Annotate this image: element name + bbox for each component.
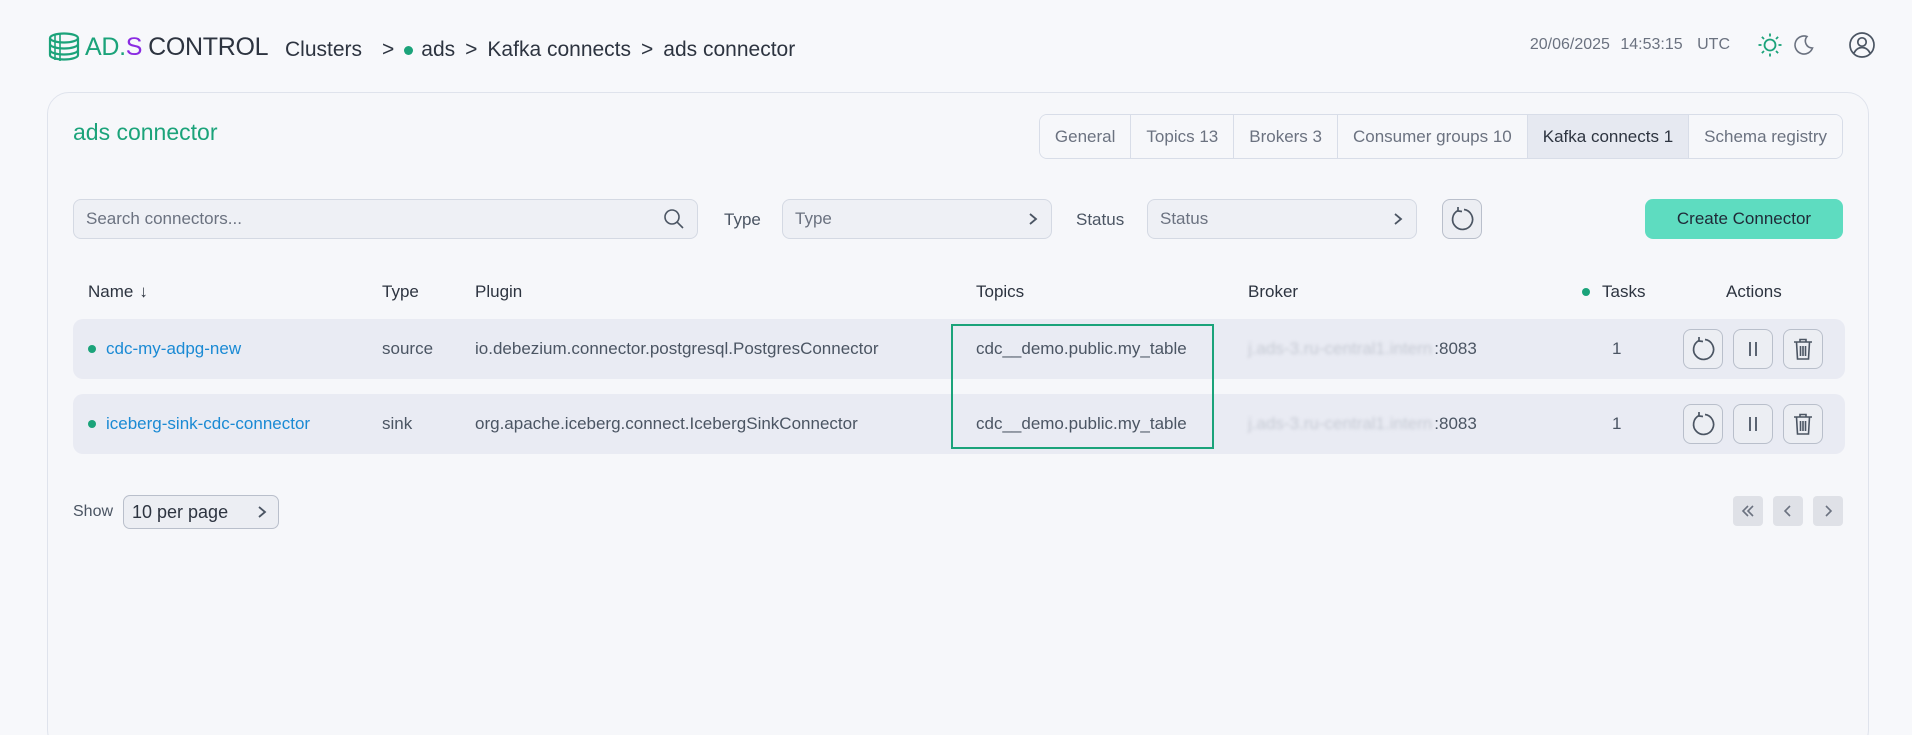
timezone-text: UTC (1697, 36, 1730, 53)
tab-consumer-groups[interactable]: Consumer groups 10 (1337, 115, 1528, 158)
pause-icon (1743, 414, 1763, 434)
breadcrumb-separator: > (382, 38, 395, 61)
connector-name: iceberg-sink-cdc-connector (106, 414, 311, 433)
breadcrumb-current: ads connector (663, 38, 796, 61)
datetime: 20/06/2025 14:53:15 UTC (1530, 36, 1730, 54)
header-tasks: Tasks (1582, 282, 1645, 302)
connector-type: source (382, 339, 434, 358)
connector-plugin: io.debezium.connector.postgresql.Postgre… (475, 339, 879, 358)
breadcrumb-cluster[interactable]: ads (421, 38, 455, 62)
chevron-right-icon (1027, 212, 1039, 226)
trash-icon (1792, 337, 1814, 361)
status-select[interactable]: Status (1147, 199, 1417, 239)
logo[interactable]: AD. S CONTROL (47, 30, 269, 64)
next-page-button[interactable] (1813, 496, 1843, 526)
logo-part-s: S (125, 32, 143, 61)
connector-broker: j.ads-3.ru-central1.intern :8083 (1248, 394, 1477, 454)
first-page-button[interactable] (1733, 496, 1763, 526)
connector-status-dot (88, 420, 96, 428)
connector-plugin: org.apache.iceberg.connect.IcebergSinkCo… (475, 414, 858, 433)
pause-button[interactable] (1733, 329, 1773, 369)
breadcrumb-clusters[interactable]: Clusters (285, 38, 362, 62)
chevron-right-icon (1392, 212, 1404, 226)
connector-broker: j.ads-3.ru-central1.intern :8083 (1248, 319, 1477, 379)
chevrons-left-icon (1740, 504, 1756, 518)
header-broker: Broker (1248, 282, 1299, 301)
date-text: 20/06/2025 (1529, 36, 1610, 53)
sun-icon[interactable] (1756, 31, 1784, 59)
restart-button[interactable] (1683, 329, 1723, 369)
moon-icon[interactable] (1790, 31, 1818, 59)
type-select[interactable]: Type (782, 199, 1052, 239)
pause-button[interactable] (1733, 404, 1773, 444)
logo-part-ad: AD. (85, 32, 126, 61)
broker-host-redacted: j.ads-3.ru-central1.intern (1248, 414, 1433, 433)
type-select-value: Type (795, 209, 832, 228)
header-name[interactable]: Name ↓ (88, 282, 148, 302)
chevron-right-icon (256, 505, 268, 519)
refresh-icon (1690, 336, 1716, 362)
delete-button[interactable] (1783, 329, 1823, 369)
logo-part-control: CONTROL (148, 32, 269, 61)
page-title: ads connector (73, 119, 218, 145)
delete-button[interactable] (1783, 404, 1823, 444)
pause-icon (1743, 339, 1763, 359)
show-label: Show (73, 503, 114, 520)
per-page-value: 10 per page (132, 501, 229, 522)
user-icon[interactable] (1848, 31, 1876, 59)
sort-desc-icon: ↓ (139, 282, 148, 301)
tab-brokers[interactable]: Brokers 3 (1234, 115, 1338, 158)
tab-general[interactable]: General (1039, 115, 1132, 158)
broker-port: :8083 (1434, 414, 1477, 433)
breadcrumb-separator: > (465, 38, 478, 61)
topics-highlight-box (951, 324, 1214, 449)
chevron-left-icon (1782, 504, 1794, 518)
logo-icon (48, 32, 80, 61)
connector-tasks: 1 (1612, 414, 1622, 433)
connector-name-link[interactable]: iceberg-sink-cdc-connector (88, 394, 310, 454)
broker-port: :8083 (1434, 339, 1477, 358)
tab-topics[interactable]: Topics 13 (1131, 115, 1235, 158)
per-page-select[interactable]: 10 per page (123, 495, 279, 529)
header-type: Type (382, 282, 419, 301)
status-select-value: Status (1160, 209, 1209, 228)
connector-tasks: 1 (1612, 339, 1622, 358)
search-input[interactable] (86, 209, 663, 229)
connector-type: sink (382, 414, 413, 433)
header-tasks-label: Tasks (1602, 282, 1646, 301)
restart-button[interactable] (1683, 404, 1723, 444)
connector-name: cdc-my-adpg-new (106, 339, 242, 358)
tab-schema-registry[interactable]: Schema registry (1689, 115, 1842, 158)
connector-name-link[interactable]: cdc-my-adpg-new (88, 319, 241, 379)
trash-icon (1792, 412, 1814, 436)
search-icon[interactable] (663, 208, 685, 230)
tab-bar: General Topics 13 Brokers 3 Consumer gro… (1038, 114, 1843, 159)
type-filter-label: Type (724, 210, 761, 229)
refresh-icon (1690, 411, 1716, 437)
header-right: 20/06/2025 14:53:15 UTC (1530, 28, 1876, 62)
cluster-status-dot (404, 45, 414, 55)
tasks-status-dot (1582, 288, 1590, 296)
refresh-button[interactable] (1442, 199, 1482, 239)
tab-kafka-connects[interactable]: Kafka connects 1 (1527, 115, 1690, 158)
header-plugin: Plugin (475, 282, 523, 301)
prev-page-button[interactable] (1773, 496, 1803, 526)
chevron-right-icon (1822, 504, 1834, 518)
refresh-icon (1449, 206, 1475, 232)
connector-status-dot (88, 345, 96, 353)
search-box (73, 199, 698, 239)
header-name-label: Name (88, 282, 134, 301)
breadcrumb-kafka-connects[interactable]: Kafka connects (487, 38, 631, 62)
broker-host-redacted: j.ads-3.ru-central1.intern (1248, 339, 1433, 358)
status-filter-label: Status (1076, 210, 1125, 229)
breadcrumb: Clusters > ads > Kafka connects > ads co… (285, 38, 795, 62)
header-actions: Actions (1726, 282, 1782, 301)
logo-text: AD. S CONTROL (85, 32, 269, 62)
create-connector-button[interactable]: Create Connector (1645, 199, 1843, 239)
breadcrumb-separator: > (641, 38, 654, 61)
header-topics: Topics (976, 282, 1025, 301)
time-text: 14:53:15 (1620, 36, 1683, 53)
